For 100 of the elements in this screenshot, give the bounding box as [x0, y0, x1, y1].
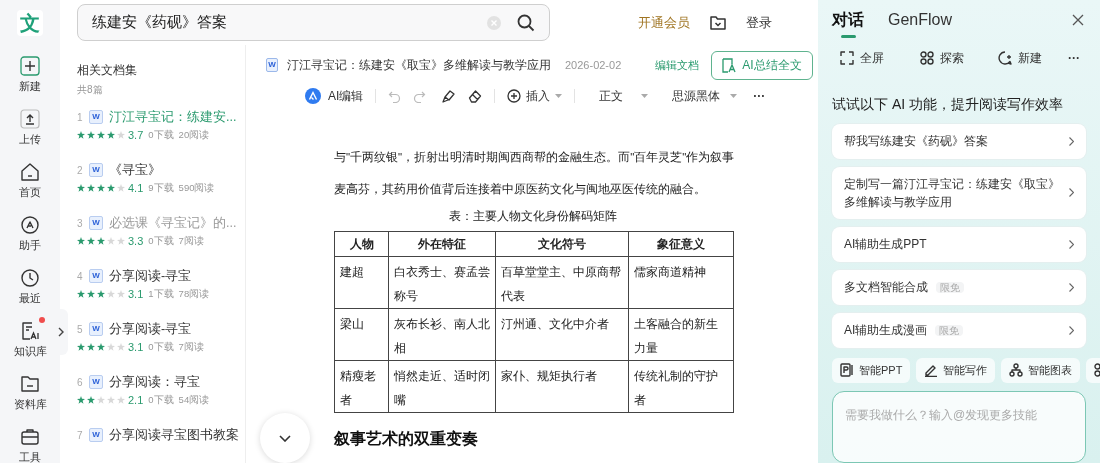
search-value: 练建安《药砚》答案	[92, 12, 228, 33]
document-date: 2026-02-02	[565, 57, 622, 73]
font-dropdown[interactable]: 思源黑体	[672, 87, 738, 105]
word-file-icon: W	[89, 322, 103, 336]
star-icon	[87, 131, 95, 139]
chevron-right-icon	[1069, 239, 1074, 249]
rail-item[interactable]: 首页	[19, 162, 41, 199]
caret-icon	[641, 94, 649, 98]
more-button[interactable]: ···	[753, 87, 766, 105]
rail-item[interactable]: 工具	[19, 427, 41, 463]
document-count: 共8篇	[77, 83, 104, 97]
read-count: 54阅读	[178, 392, 210, 407]
table-cell: 土客融合的新生力量	[628, 308, 734, 361]
login-link[interactable]: 登录	[746, 12, 772, 33]
word-file-icon: W	[89, 428, 103, 442]
rating-score: 3.1	[128, 286, 144, 302]
toolbar-button[interactable]: 全屏	[840, 48, 884, 67]
download-count: 9下载	[148, 180, 174, 195]
star-icon	[117, 237, 125, 245]
free-badge: 限免	[935, 324, 964, 336]
suggestion-card[interactable]: 多文档智能合成 限免	[832, 269, 1086, 305]
rail-item[interactable]: 最近	[19, 268, 41, 305]
rating-score: 2.1	[128, 392, 144, 408]
assistant-icon	[20, 215, 40, 235]
rail-item[interactable]: 助手	[19, 215, 41, 252]
star-icon	[77, 184, 85, 192]
search-field[interactable]: 练建安《药砚》答案	[77, 4, 550, 41]
star-icon	[97, 396, 105, 404]
document-list-item[interactable]: 6 W 分享阅读：寻宝 2.1 0下载 54阅读	[77, 372, 245, 407]
more-button[interactable]: ···	[1068, 48, 1080, 67]
star-icon	[117, 343, 125, 351]
star-icon	[87, 184, 95, 192]
home-icon	[20, 162, 40, 182]
toolbar-button[interactable]: 探索	[920, 48, 964, 67]
star-icon	[77, 131, 85, 139]
search-icon[interactable]	[517, 13, 535, 32]
document-list-item[interactable]: 7 W 分享阅读寻宝图书教案	[77, 425, 245, 445]
upload-icon	[20, 109, 40, 129]
table-cell: 百草堂堂主、中原商帮代表	[495, 256, 629, 309]
suggestion-card[interactable]: AI辅助生成PPT	[832, 226, 1086, 262]
format-painter-icon[interactable]	[442, 89, 457, 103]
skill-chip[interactable]: 智能图表	[1001, 357, 1081, 383]
rating-score: 3.7	[128, 127, 144, 143]
word-file-icon: W	[89, 375, 103, 389]
panel-title: 相关文档集	[77, 62, 138, 79]
style-dropdown[interactable]: 正文	[599, 87, 649, 105]
suggestion-card[interactable]: AI辅助生成漫画 限免	[832, 312, 1086, 348]
rail-item[interactable]: 资料库	[13, 374, 47, 411]
star-icon	[97, 237, 105, 245]
clock-icon	[20, 268, 40, 288]
suggestion-card[interactable]: 定制写一篇汀江寻宝记：练建安《取宝》多维解读与教学应用	[832, 166, 1086, 219]
panel-tab[interactable]: GenFlow	[888, 8, 953, 38]
vip-link[interactable]: 开通会员	[638, 12, 690, 33]
ai-edit-button[interactable]: AI编辑	[305, 87, 364, 105]
toolbar-button[interactable]: 新建	[998, 48, 1042, 67]
word-file-icon: W	[89, 110, 103, 124]
document-list-item[interactable]: 3 W 必选课《寻宝记》的... 3.3 0下载 7阅读	[77, 213, 245, 248]
table-cell: 悄然走近、适时闭嘴	[388, 360, 496, 413]
document-list-item[interactable]: 4 W 分享阅读-寻宝 3.1 1下载 78阅读	[77, 266, 245, 301]
document-list-item[interactable]: 5 W 分享阅读-寻宝 3.1 0下载 7阅读	[77, 319, 245, 354]
rail-item[interactable]: 新建	[19, 56, 41, 93]
pen-icon	[924, 363, 939, 378]
eraser-icon[interactable]	[468, 89, 483, 103]
read-count: 7阅读	[178, 233, 204, 248]
new-chat-icon	[998, 50, 1012, 65]
ai-summary-button[interactable]: AI总结全文	[711, 50, 813, 80]
star-icon	[87, 237, 95, 245]
star-icon	[97, 131, 105, 139]
rating-score: 3.3	[128, 233, 144, 249]
document-list-item[interactable]: 2 W 《寻宝》 4.1 9下载 590阅读	[77, 160, 245, 195]
word-file-icon: W	[89, 163, 103, 177]
download-count: 0下载	[148, 233, 174, 248]
rail-item[interactable]: 知识库	[13, 321, 47, 358]
chevron-right-icon	[58, 327, 64, 337]
close-icon[interactable]	[1072, 14, 1084, 26]
read-count: 78阅读	[178, 286, 210, 301]
document-list-item[interactable]: 1 W 汀江寻宝记：练建安... 3.7 0下载 20阅读	[77, 107, 245, 142]
paragraph-line: 麦高芬，其药用价值背后连接着中原医药文化与闽地巫医传统的融合。	[334, 182, 707, 197]
rail-item[interactable]: 上传	[19, 109, 41, 146]
suggestion-card[interactable]: 帮我写练建安《药砚》答案	[832, 123, 1086, 159]
read-count: 590阅读	[178, 180, 215, 195]
skill-chip[interactable]: 智能写作	[916, 357, 996, 383]
star-icon	[107, 343, 115, 351]
panel-tab[interactable]: 对话	[832, 8, 864, 38]
table-cell: 白衣秀士、赛孟尝称号	[388, 256, 496, 309]
folder-icon[interactable]	[710, 15, 726, 30]
rating-score: 4.1	[128, 180, 144, 196]
insert-dropdown[interactable]: 插入	[507, 87, 563, 105]
fullscreen-icon	[840, 50, 854, 65]
star-icon	[77, 290, 85, 298]
table-cell: 儒家商道精神	[628, 256, 734, 309]
star-icon	[117, 290, 125, 298]
document-ai-icon	[722, 57, 737, 73]
star-icon	[87, 396, 95, 404]
edit-document-link[interactable]: 编辑文档	[655, 56, 700, 74]
read-count: 7阅读	[178, 339, 204, 354]
panel-heading: 试试以下 AI 功能，提升阅读写作效率	[832, 94, 1064, 114]
skill-chip[interactable]: 智能PPT	[832, 357, 911, 383]
star-icon	[97, 290, 105, 298]
knowledge-base-icon	[20, 321, 40, 341]
